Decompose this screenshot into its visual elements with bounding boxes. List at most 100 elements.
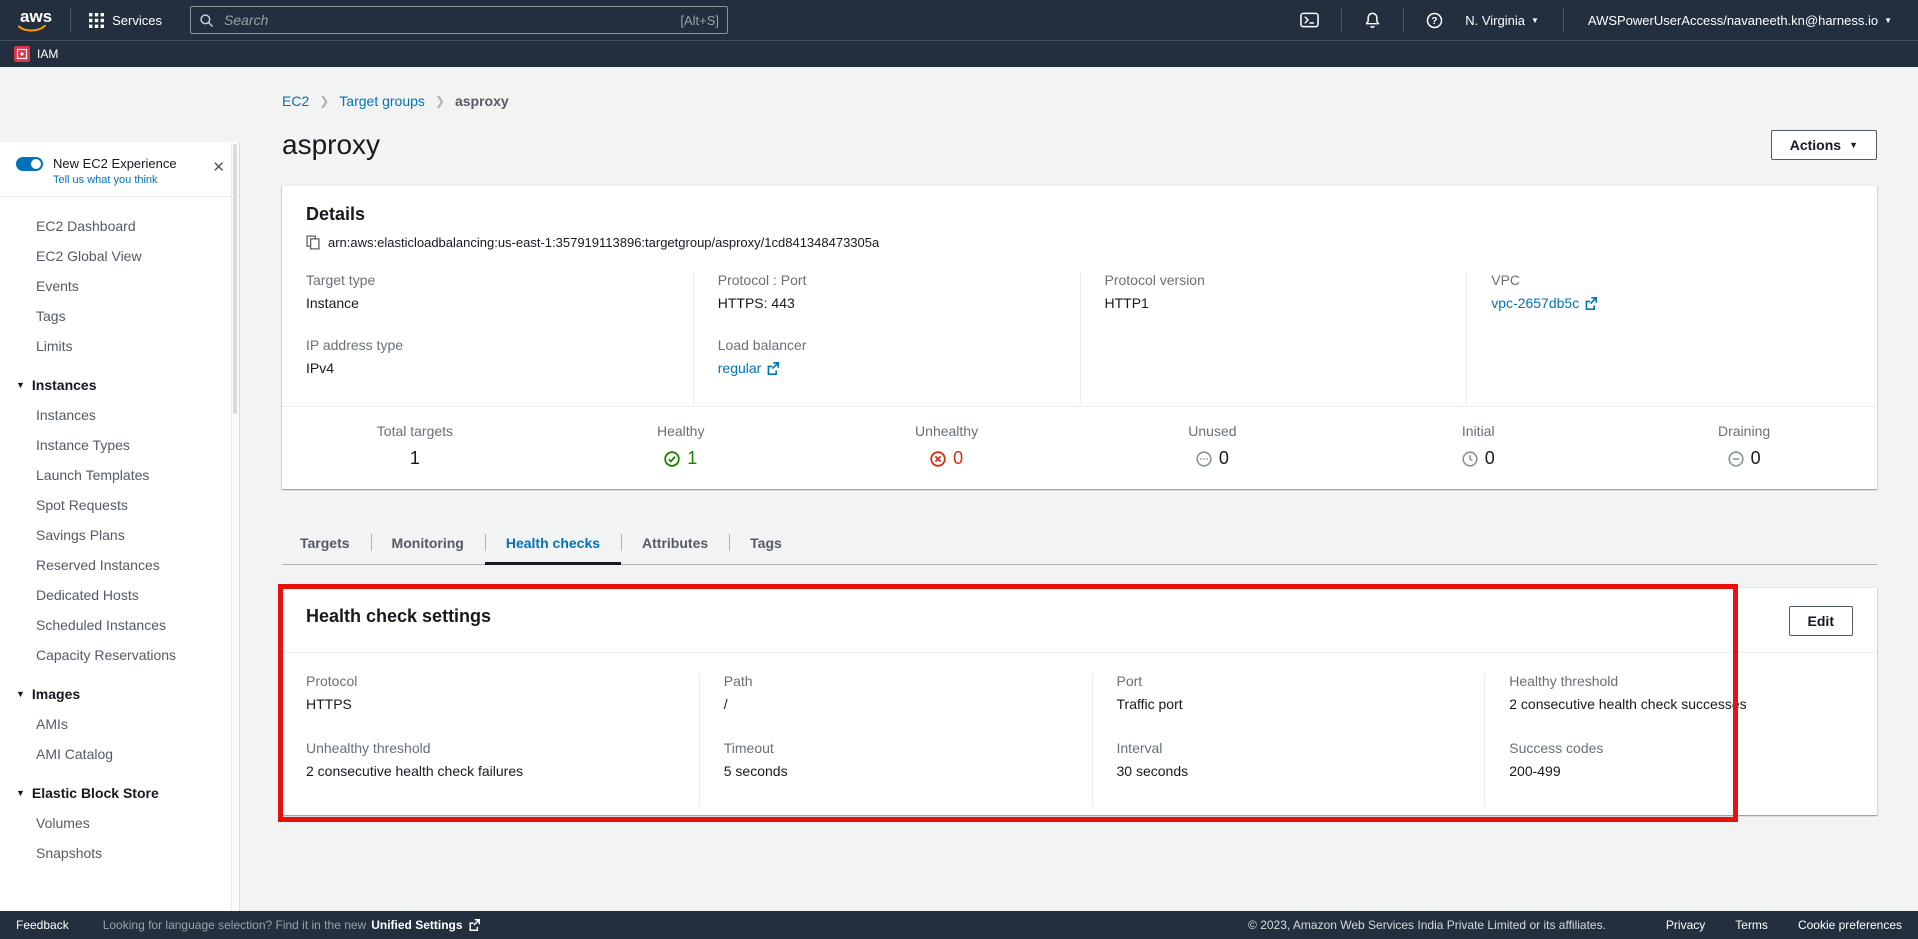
notifications-bell-button[interactable]: [1354, 8, 1391, 33]
topbar-divider: [1563, 8, 1564, 32]
sidebar-item-events[interactable]: Events: [0, 271, 239, 301]
details-title: Details: [306, 204, 1853, 225]
new-experience-label: New EC2 Experience: [53, 156, 177, 171]
sidebar-item-dedicated-hosts[interactable]: Dedicated Hosts: [0, 580, 239, 610]
help-button[interactable]: ?: [1416, 8, 1453, 33]
aws-smile-icon: [18, 25, 46, 33]
initial-cell: Initial 0: [1345, 423, 1611, 469]
unhealthy-cell: Unhealthy 0: [814, 423, 1080, 469]
page-header: asproxy Actions ▼: [282, 129, 1877, 161]
sidebar-section-elastic-block-store[interactable]: ▼ Elastic Block Store: [0, 777, 239, 808]
topbar-divider: [1403, 8, 1404, 32]
protocol-label: Protocol: [306, 673, 675, 689]
cloudshell-button[interactable]: [1290, 8, 1329, 32]
sidebar-section-images[interactable]: ▼ Images: [0, 678, 239, 709]
topbar-divider: [70, 8, 71, 32]
ellipsis-circle-icon: [1196, 451, 1212, 467]
breadcrumb-target-groups-link[interactable]: Target groups: [339, 93, 425, 109]
tab-health-checks[interactable]: Health checks: [485, 525, 621, 564]
privacy-link[interactable]: Privacy: [1666, 918, 1705, 932]
interval-label: Interval: [1117, 740, 1461, 756]
section-label: Instances: [32, 377, 97, 393]
breadcrumb: EC2 ❯ Target groups ❯ asproxy: [282, 93, 1877, 109]
region-selector[interactable]: N. Virginia ▼: [1453, 9, 1551, 32]
sidebar-item-amis[interactable]: AMIs: [0, 709, 239, 739]
draining-value: 0: [1751, 448, 1761, 469]
sidebar-item-capacity-reservations[interactable]: Capacity Reservations: [0, 640, 239, 670]
new-experience-toggle[interactable]: [16, 157, 43, 171]
sidebar-item-snapshots[interactable]: Snapshots: [0, 838, 239, 868]
healthy-threshold-label: Healthy threshold: [1509, 673, 1853, 689]
search-input[interactable]: [222, 11, 680, 29]
feedback-link[interactable]: Feedback: [16, 918, 69, 932]
chevron-right-icon: ❯: [435, 94, 445, 108]
edit-button[interactable]: Edit: [1789, 606, 1853, 636]
sidebar-item-ec2-dashboard[interactable]: EC2 Dashboard: [0, 211, 239, 241]
load-balancer-value: regular: [718, 360, 762, 376]
actions-button[interactable]: Actions ▼: [1771, 130, 1877, 160]
cookie-preferences-link[interactable]: Cookie preferences: [1798, 918, 1902, 932]
sidebar-item-volumes[interactable]: Volumes: [0, 808, 239, 838]
close-icon[interactable]: ✕: [212, 160, 225, 175]
minus-circle-icon: [1728, 451, 1744, 467]
search-box[interactable]: [Alt+S]: [190, 6, 728, 34]
main-content: EC2 ❯ Target groups ❯ asproxy asproxy Ac…: [240, 67, 1918, 911]
sidebar-scrollbar[interactable]: [231, 142, 238, 911]
copy-icon[interactable]: [306, 235, 320, 250]
vpc-link[interactable]: vpc-2657db5c: [1491, 295, 1597, 311]
account-menu[interactable]: AWSPowerUserAccess/navaneeth.kn@harness.…: [1576, 9, 1904, 32]
scrollbar-thumb[interactable]: [233, 144, 237, 414]
sidebar-item-ec2-global-view[interactable]: EC2 Global View: [0, 241, 239, 271]
page-title: asproxy: [282, 129, 380, 161]
section-label: Elastic Block Store: [32, 785, 159, 801]
breadcrumb-ec2-link[interactable]: EC2: [282, 93, 309, 109]
tab-tags[interactable]: Tags: [729, 525, 803, 564]
sidebar-item-launch-templates[interactable]: Launch Templates: [0, 460, 239, 490]
success-codes-value: 200-499: [1509, 763, 1853, 779]
sidebar-item-limits[interactable]: Limits: [0, 331, 239, 361]
chevron-right-icon: ❯: [319, 94, 329, 108]
chevron-down-icon: ▼: [1884, 16, 1892, 25]
total-targets-cell: Total targets 1: [282, 423, 548, 469]
target-totals-row: Total targets 1 Healthy 1 Unhealthy: [282, 406, 1877, 489]
unhealthy-value: 0: [953, 448, 963, 469]
port-label: Port: [1117, 673, 1461, 689]
favorite-iam-link[interactable]: IAM: [37, 47, 58, 61]
services-menu-button[interactable]: Services: [83, 9, 168, 32]
details-fields: Target type Instance IP address type IPv…: [306, 272, 1853, 406]
total-targets-value: 1: [410, 448, 420, 469]
load-balancer-link[interactable]: regular: [718, 360, 780, 376]
search-icon: [199, 13, 214, 28]
sidebar-item-scheduled-instances[interactable]: Scheduled Instances: [0, 610, 239, 640]
sidebar-item-tags[interactable]: Tags: [0, 301, 239, 331]
chevron-down-icon: ▼: [16, 788, 25, 798]
aws-logo[interactable]: aws: [14, 7, 58, 33]
target-group-arn: arn:aws:elasticloadbalancing:us-east-1:3…: [328, 235, 879, 250]
terms-link[interactable]: Terms: [1735, 918, 1768, 932]
protocol-value: HTTPS: [306, 696, 675, 712]
topbar-right-group: ? N. Virginia ▼ AWSPowerUserAccess/navan…: [1290, 8, 1904, 33]
external-link-icon: [468, 919, 480, 931]
unified-settings-link[interactable]: Unified Settings: [371, 918, 462, 932]
healthy-value: 1: [687, 448, 697, 469]
search-shortcut-hint: [Alt+S]: [680, 13, 719, 28]
chevron-down-icon: ▼: [16, 380, 25, 390]
tab-monitoring[interactable]: Monitoring: [371, 525, 485, 564]
protocol-port-value: HTTPS: 443: [718, 295, 1056, 311]
sidebar-item-reserved-instances[interactable]: Reserved Instances: [0, 550, 239, 580]
sidebar-item-ami-catalog[interactable]: AMI Catalog: [0, 739, 239, 769]
sidebar-nav: EC2 Dashboard EC2 Global View Events Tag…: [0, 197, 239, 868]
path-value: /: [724, 696, 1068, 712]
sidebar-item-savings-plans[interactable]: Savings Plans: [0, 520, 239, 550]
sidebar-item-instance-types[interactable]: Instance Types: [0, 430, 239, 460]
healthy-cell: Healthy 1: [548, 423, 814, 469]
sidebar-item-spot-requests[interactable]: Spot Requests: [0, 490, 239, 520]
sidebar-section-instances[interactable]: ▼ Instances: [0, 369, 239, 400]
unused-label: Unused: [1080, 423, 1346, 439]
sidebar-item-instances[interactable]: Instances: [0, 400, 239, 430]
tab-targets[interactable]: Targets: [282, 525, 371, 564]
tell-us-what-you-think-link[interactable]: Tell us what you think: [53, 174, 225, 186]
chevron-down-icon: ▼: [1849, 140, 1858, 150]
tab-attributes[interactable]: Attributes: [621, 525, 729, 564]
port-value: Traffic port: [1117, 696, 1461, 712]
